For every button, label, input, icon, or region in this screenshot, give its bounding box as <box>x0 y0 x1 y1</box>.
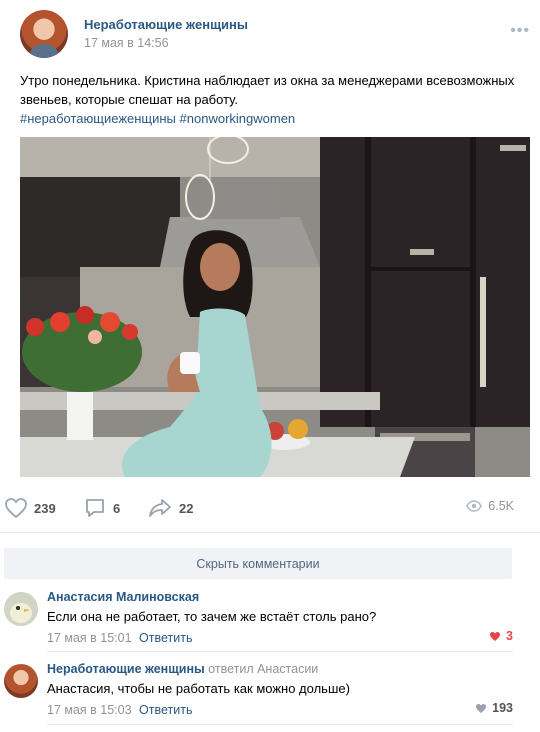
heart-icon <box>5 498 27 519</box>
post-hashtags: #неработающиеженщины #nonworkingwomen <box>20 109 295 128</box>
comment-likes-count: 193 <box>492 701 513 715</box>
comment-author[interactable]: Неработающие женщины ответил Анастасии <box>47 662 318 676</box>
comment-meta: 17 мая в 15:01 Ответить <box>47 631 192 645</box>
comment: Анастасия Малиновская Если она не работа… <box>0 590 540 648</box>
like-button[interactable]: 239 <box>4 497 56 519</box>
kitchen-photo <box>20 137 530 477</box>
hashtag-link[interactable]: #неработающиеженщины <box>20 111 176 126</box>
comment-text: Если она не работает, то зачем же встаёт… <box>47 609 377 624</box>
likes-count: 239 <box>34 500 56 516</box>
comment-likes-count: 3 <box>506 629 513 643</box>
post-author[interactable]: Неработающие женщины <box>84 17 248 32</box>
reply-to-label[interactable]: ответил Анастасии <box>208 662 318 676</box>
heart-icon <box>490 631 501 641</box>
comment-date[interactable]: 17 мая в 15:03 <box>47 703 132 717</box>
post-header: Неработающие женщины 17 мая в 14:56 ••• <box>20 10 530 58</box>
eye-icon <box>466 500 483 512</box>
comment-text: Анастасия, чтобы не работать как можно д… <box>47 681 350 696</box>
post-date[interactable]: 17 мая в 14:56 <box>84 36 169 50</box>
comment: Неработающие женщины ответил Анастасии А… <box>0 662 540 720</box>
hide-comments-button[interactable]: Скрыть комментарии <box>4 548 512 579</box>
comment-icon <box>86 499 104 517</box>
divider <box>47 724 513 725</box>
reply-link[interactable]: Ответить <box>139 703 192 717</box>
post-actions: 239 6 22 6.5K <box>0 490 540 526</box>
post-photo[interactable] <box>20 137 530 477</box>
shares-count: 22 <box>179 500 194 516</box>
more-icon[interactable]: ••• <box>510 22 530 40</box>
comment-like[interactable]: 3 <box>489 629 513 643</box>
post-text: Утро понедельника. Кристина наблюдает из… <box>20 73 515 107</box>
comment-avatar[interactable] <box>4 592 38 626</box>
bird-avatar-image <box>4 592 38 626</box>
share-icon <box>149 499 171 517</box>
divider <box>0 532 540 533</box>
comment-meta: 17 мая в 15:03 Ответить <box>47 703 192 717</box>
views-counter: 6.5K <box>466 499 514 513</box>
share-button[interactable]: 22 <box>148 497 193 519</box>
comment-like[interactable]: 193 <box>475 701 513 715</box>
comment-button[interactable]: 6 <box>84 497 120 519</box>
reply-link[interactable]: Ответить <box>139 631 192 645</box>
views-count: 6.5K <box>488 499 514 513</box>
comment-avatar[interactable] <box>4 664 38 698</box>
comment-author-name[interactable]: Неработающие женщины <box>47 662 205 676</box>
comment-author-name[interactable]: Анастасия Малиновская <box>47 590 199 604</box>
comments-count: 6 <box>113 500 121 516</box>
comment-date[interactable]: 17 мая в 15:01 <box>47 631 132 645</box>
hashtag-link[interactable]: #nonworkingwomen <box>180 111 296 126</box>
heart-icon <box>476 703 487 713</box>
author-avatar[interactable] <box>20 10 68 58</box>
divider <box>47 651 513 652</box>
comment-author[interactable]: Анастасия Малиновская <box>47 590 199 604</box>
